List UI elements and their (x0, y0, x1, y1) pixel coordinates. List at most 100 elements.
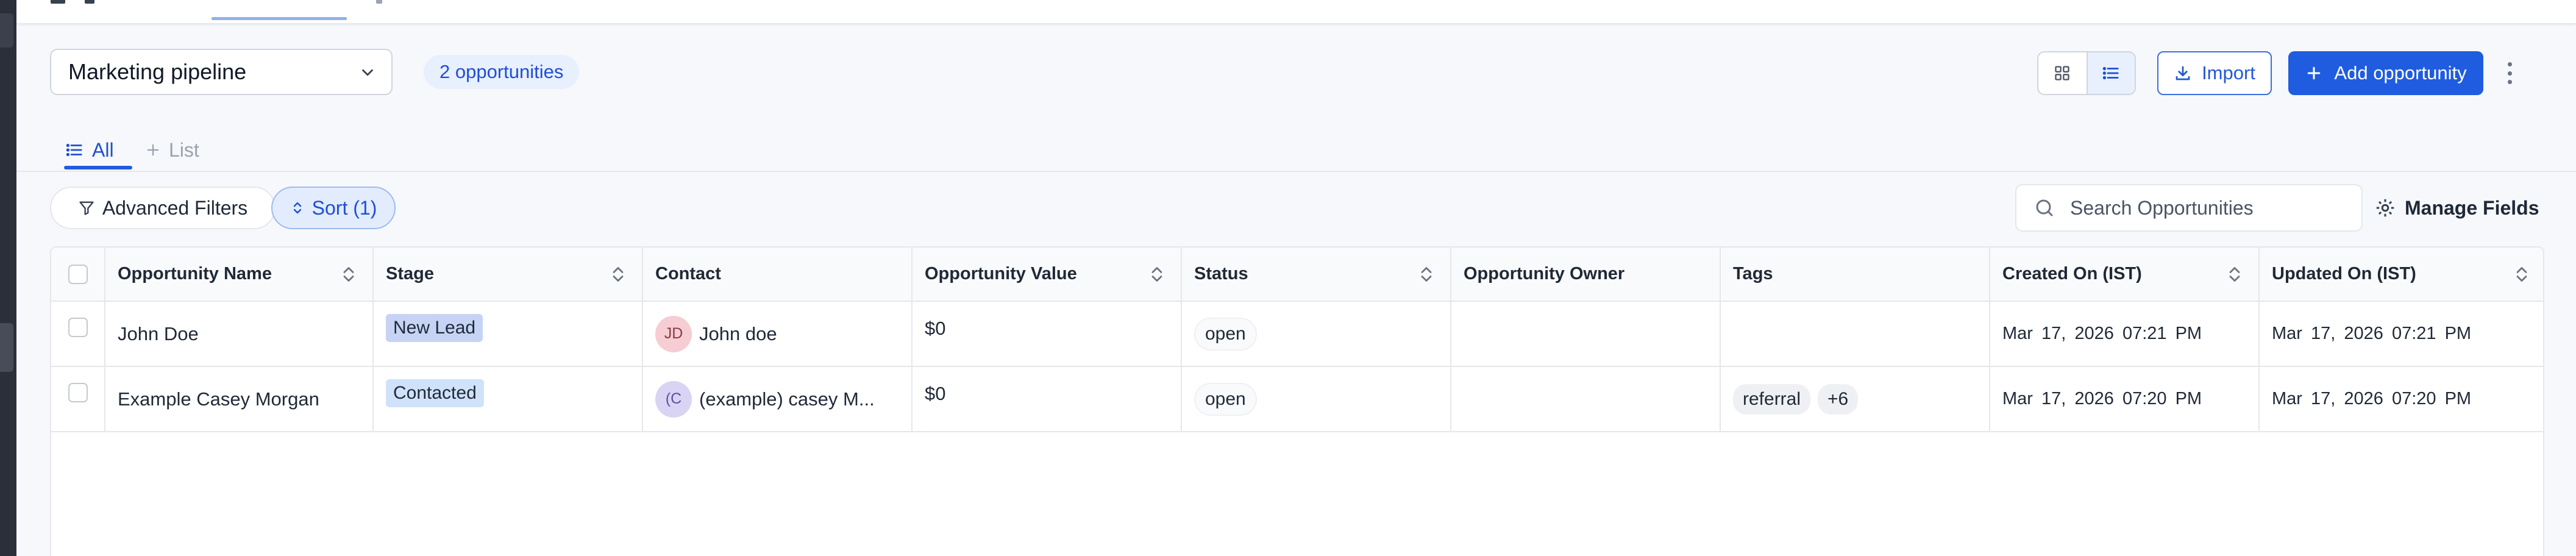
grid-icon (2055, 66, 2070, 80)
status-badge[interactable]: open (1194, 382, 1257, 416)
active-tab-indicator (64, 166, 132, 169)
sort-button[interactable]: Sort (1) (271, 187, 396, 229)
table-row[interactable]: John Doe New Lead JD John doe $0 open Ma… (51, 301, 2543, 367)
row-select-cell (51, 366, 105, 432)
top-nav-tab-fragment[interactable] (51, 0, 65, 4)
column-label: Updated On (IST) (2272, 264, 2416, 283)
contact-cell[interactable]: (C (example) casey M... (642, 366, 913, 432)
tag-chip[interactable]: referral (1733, 383, 1811, 415)
chevron-down-icon (362, 69, 373, 76)
select-all-cell (51, 248, 105, 302)
select-all-checkbox[interactable] (68, 264, 88, 284)
tags-cell[interactable]: referral +6 (1720, 366, 1990, 432)
avatar: (C (655, 380, 692, 418)
sort-icon[interactable] (1420, 266, 1433, 283)
column-label: Opportunity Owner (1464, 264, 1625, 283)
contact-name[interactable]: (example) casey M... (699, 388, 875, 410)
contact-cell[interactable]: JD John doe (642, 301, 913, 367)
column-header-stage[interactable]: Stage (373, 248, 643, 302)
import-button[interactable]: Import (2157, 51, 2272, 95)
contact-name[interactable]: John doe (699, 323, 777, 345)
more-options-icon[interactable] (2503, 59, 2516, 88)
column-header-created-on[interactable]: Created On (IST) (1990, 248, 2260, 302)
column-label: Stage (386, 264, 434, 283)
table-row[interactable]: Example Casey Morgan Contacted (C (examp… (51, 366, 2543, 432)
grid-view-button[interactable] (2038, 52, 2087, 94)
row-checkbox[interactable] (68, 318, 88, 337)
updated-on-cell: Mar 17, 2026 07:20 PM (2259, 366, 2543, 432)
column-label: Contact (655, 264, 721, 283)
column-header-updated-on[interactable]: Updated On (IST) (2259, 248, 2543, 302)
add-opportunity-label: Add opportunity (2334, 62, 2467, 84)
opportunity-name-cell[interactable]: John Doe (105, 301, 374, 367)
column-header-opportunity-value[interactable]: Opportunity Value (912, 248, 1182, 302)
gear-icon (2376, 199, 2394, 217)
status-badge[interactable]: open (1194, 317, 1257, 351)
updated-on-cell: Mar 17, 2026 07:21 PM (2259, 301, 2543, 367)
advanced-filters-button[interactable]: Advanced Filters (50, 187, 276, 229)
created-on-cell: Mar 17, 2026 07:20 PM (1990, 366, 2260, 432)
pipeline-select[interactable]: Marketing pipeline (50, 49, 393, 95)
stage-cell: New Lead (373, 301, 643, 367)
row-checkbox[interactable] (68, 383, 88, 402)
sort-icon[interactable] (611, 266, 625, 283)
column-header-contact[interactable]: Contact (642, 248, 913, 302)
advanced-filters-label: Advanced Filters (102, 196, 248, 219)
opportunity-count-badge: 2 opportunities (424, 55, 580, 89)
row-select-cell (51, 301, 105, 367)
column-header-opportunity-owner[interactable]: Opportunity Owner (1451, 248, 1721, 302)
tab-all-label: All (92, 138, 114, 161)
status-cell: open (1181, 366, 1451, 432)
column-header-opportunity-name[interactable]: Opportunity Name (105, 248, 374, 302)
plus-icon (147, 144, 159, 156)
sort-icon[interactable] (2228, 266, 2241, 283)
stage-badge[interactable]: Contacted (386, 379, 484, 407)
list-icon (2103, 66, 2119, 80)
list-view-button[interactable] (2086, 52, 2135, 94)
top-nav-tab-fragment[interactable] (376, 0, 382, 4)
opportunities-table: Opportunity Name Stage Contact Opportuni… (50, 246, 2544, 556)
add-opportunity-button[interactable]: Add opportunity (2288, 51, 2483, 95)
opportunity-value-cell[interactable]: $0 (912, 301, 1182, 367)
top-nav-active-indicator (212, 17, 347, 20)
manage-fields-label: Manage Fields (2405, 196, 2539, 219)
app-sidebar-rail (0, 0, 16, 556)
sort-icon[interactable] (1150, 266, 1164, 283)
view-tabs: All List (16, 126, 2576, 172)
opportunity-name-cell[interactable]: Example Casey Morgan (105, 366, 374, 432)
search-icon (2036, 199, 2053, 216)
pipeline-select-value: Marketing pipeline (68, 59, 247, 84)
search-field[interactable] (2015, 184, 2363, 232)
column-label: Opportunity Name (118, 264, 272, 283)
column-header-status[interactable]: Status (1181, 248, 1451, 302)
status-cell: open (1181, 301, 1451, 367)
manage-fields-button[interactable]: Manage Fields (2374, 189, 2539, 227)
search-input[interactable] (2070, 196, 2338, 219)
import-label: Import (2202, 62, 2255, 84)
sort-icon[interactable] (2515, 266, 2528, 283)
sort-icon[interactable] (342, 266, 355, 283)
avatar: JD (655, 315, 692, 352)
stage-cell: Contacted (373, 366, 643, 432)
view-toggle (2037, 51, 2136, 95)
column-label: Opportunity Value (925, 264, 1077, 283)
opportunity-value-cell[interactable]: $0 (912, 366, 1182, 432)
top-nav-tab-fragment[interactable] (85, 0, 94, 4)
tab-all[interactable]: All (65, 132, 114, 168)
more-tags-chip[interactable]: +6 (1818, 383, 1859, 415)
tags-cell[interactable] (1720, 301, 1990, 367)
created-on-cell: Mar 17, 2026 07:21 PM (1990, 301, 2260, 367)
main-content: Marketing pipeline 2 opportunities Impor… (16, 0, 2576, 556)
column-header-tags[interactable]: Tags (1720, 248, 1990, 302)
filter-icon (79, 201, 94, 215)
rail-tab-active[interactable] (0, 323, 13, 372)
download-icon (2176, 66, 2190, 80)
stage-badge[interactable]: New Lead (386, 314, 483, 342)
add-list-tab[interactable]: List (144, 132, 199, 168)
rail-tab[interactable] (0, 13, 13, 48)
owner-cell[interactable] (1451, 366, 1721, 432)
column-label: Status (1194, 264, 1248, 283)
list-icon (66, 143, 82, 157)
sort-label: Sort (1) (311, 196, 377, 219)
owner-cell[interactable] (1451, 301, 1721, 367)
